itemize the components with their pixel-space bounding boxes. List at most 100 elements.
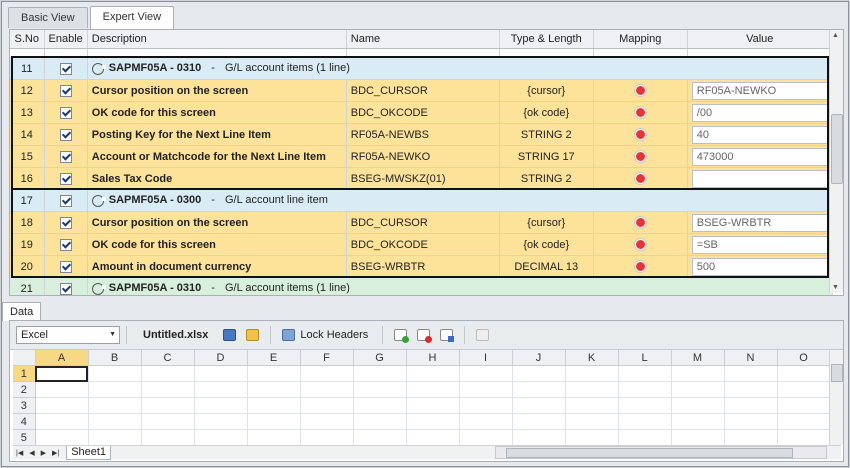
sheet-column-header[interactable]: E xyxy=(247,350,301,366)
sheet-cell[interactable] xyxy=(618,397,672,414)
sheet-cell[interactable] xyxy=(459,429,513,445)
sheet-cell[interactable] xyxy=(88,365,142,382)
sheet-cell[interactable] xyxy=(618,365,672,382)
sheet-cell[interactable] xyxy=(353,413,407,430)
tab-data-set[interactable]: Data Set xyxy=(2,302,42,336)
enable-checkbox[interactable] xyxy=(59,194,72,207)
sheet-cell[interactable] xyxy=(194,429,248,445)
sheet-cell[interactable] xyxy=(300,381,354,398)
enable-checkbox[interactable] xyxy=(59,238,72,251)
sheet-corner[interactable] xyxy=(13,350,36,366)
edit-icon[interactable] xyxy=(440,329,455,342)
sheet-hscroll-thumb[interactable] xyxy=(506,448,793,458)
sheet-cell[interactable] xyxy=(141,381,195,398)
value-input[interactable] xyxy=(691,169,828,188)
sheet-cell[interactable] xyxy=(88,397,142,414)
enable-checkbox-cell[interactable] xyxy=(44,233,88,256)
sheet-horizontal-scrollbar[interactable] xyxy=(495,446,827,459)
enable-checkbox[interactable] xyxy=(59,260,72,273)
enable-checkbox[interactable] xyxy=(59,106,72,119)
sheet-cell[interactable] xyxy=(353,397,407,414)
mapping-pin-icon[interactable] xyxy=(634,261,646,273)
sheet-cell[interactable] xyxy=(141,397,195,414)
mapping-cell[interactable] xyxy=(593,145,688,168)
sheet-cell[interactable] xyxy=(141,365,195,382)
delete-row-icon[interactable] xyxy=(417,329,433,343)
mapping-pin-icon[interactable] xyxy=(634,151,646,163)
sheet-cell[interactable] xyxy=(565,413,619,430)
enable-checkbox[interactable] xyxy=(59,62,72,75)
sheet-column-header[interactable]: K xyxy=(565,350,619,366)
scroll-thumb[interactable] xyxy=(831,114,843,184)
sheet-cell[interactable] xyxy=(247,365,301,382)
sheet-cell[interactable] xyxy=(35,365,89,382)
table-row[interactable]: 13 OK code for this screen BDC_OKCODE {ok c… xyxy=(10,101,833,124)
prev-sheet-icon[interactable]: ◀ xyxy=(29,449,34,457)
sheet-cell[interactable] xyxy=(247,413,301,430)
sheet-cell[interactable] xyxy=(406,397,460,414)
value-cell[interactable]: =SB xyxy=(687,233,833,256)
sheet-vertical-scrollbar[interactable] xyxy=(829,350,843,445)
sheet-cell[interactable] xyxy=(406,429,460,445)
sheet-cell[interactable] xyxy=(618,429,672,445)
value-cell[interactable]: RF05A-NEWKO xyxy=(687,79,833,102)
sheet-cell[interactable] xyxy=(777,413,831,430)
mapping-pin-icon[interactable] xyxy=(634,107,646,119)
sheet-column-header[interactable]: M xyxy=(671,350,725,366)
sheet-cell[interactable] xyxy=(724,429,778,445)
sheet-column-header[interactable]: O xyxy=(777,350,831,366)
sheet-cell[interactable] xyxy=(724,365,778,382)
mapping-cell[interactable] xyxy=(593,255,688,278)
sheet-column-header[interactable]: B xyxy=(88,350,142,366)
col-header-value[interactable]: Value xyxy=(687,30,833,49)
sheet-cell[interactable] xyxy=(194,413,248,430)
table-row[interactable]: 14 Posting Key for the Next Line Item RF05… xyxy=(10,123,833,146)
sheet-cell[interactable] xyxy=(671,365,725,382)
enable-checkbox-cell[interactable] xyxy=(44,101,88,124)
sheet-cell[interactable] xyxy=(406,381,460,398)
sheet-row-header[interactable]: 5 xyxy=(13,429,36,445)
col-header-name[interactable]: Name xyxy=(346,30,500,49)
enable-checkbox[interactable] xyxy=(59,282,72,295)
sheet-cell[interactable] xyxy=(671,413,725,430)
sheet-cell[interactable] xyxy=(300,429,354,445)
enable-checkbox-cell[interactable] xyxy=(44,145,88,168)
sheet-cell[interactable] xyxy=(512,365,566,382)
lock-headers-button[interactable]: Lock Headers xyxy=(300,329,368,341)
mapping-pin-icon[interactable] xyxy=(634,217,646,229)
sheet-cell[interactable] xyxy=(724,397,778,414)
mapping-cell[interactable] xyxy=(593,123,688,146)
sheet-cell[interactable] xyxy=(618,381,672,398)
value-input[interactable]: /00 xyxy=(691,103,828,122)
value-cell[interactable]: 473000 xyxy=(687,145,833,168)
enable-checkbox-cell[interactable] xyxy=(44,79,88,102)
table-row[interactable]: 17 SAPMF05A - 0300- G/L account line item xyxy=(10,189,833,212)
grid-vertical-scrollbar[interactable]: ▲ ▼ xyxy=(829,30,843,293)
enable-checkbox-cell[interactable] xyxy=(44,211,88,234)
scroll-down-icon[interactable]: ▼ xyxy=(832,284,839,291)
col-header-enable[interactable]: Enable xyxy=(44,30,88,49)
value-input[interactable]: =SB xyxy=(691,235,828,254)
sheet-cell[interactable] xyxy=(194,397,248,414)
table-row[interactable]: 20 Amount in document currency BSEG-WRBTR D… xyxy=(10,255,833,278)
sheet-cell[interactable] xyxy=(247,397,301,414)
enable-checkbox-cell[interactable] xyxy=(44,189,88,212)
enable-checkbox-cell[interactable] xyxy=(44,123,88,146)
sheet-cell[interactable] xyxy=(141,429,195,445)
sheet-cell[interactable] xyxy=(512,381,566,398)
enable-checkbox-cell[interactable] xyxy=(44,255,88,278)
col-header-description[interactable]: Description xyxy=(87,30,347,49)
table-row[interactable]: 11 SAPMF05A - 0310- G/L account items (1 l… xyxy=(10,57,833,80)
sheet-scroll-thumb[interactable] xyxy=(831,364,843,382)
sheet-column-header[interactable]: A xyxy=(35,350,89,366)
sheet-column-header[interactable]: N xyxy=(724,350,778,366)
enable-checkbox[interactable] xyxy=(59,216,72,229)
table-row[interactable]: 18 Cursor position on the screen BDC_CURSO… xyxy=(10,211,833,234)
value-input[interactable]: 40 xyxy=(691,125,828,144)
sheet-tab[interactable]: Sheet1 xyxy=(66,445,112,460)
sheet-cell[interactable] xyxy=(724,381,778,398)
sheet-cell[interactable] xyxy=(353,381,407,398)
sheet-cell[interactable] xyxy=(777,397,831,414)
enable-checkbox-cell[interactable] xyxy=(44,277,88,295)
mapping-cell[interactable] xyxy=(593,211,688,234)
